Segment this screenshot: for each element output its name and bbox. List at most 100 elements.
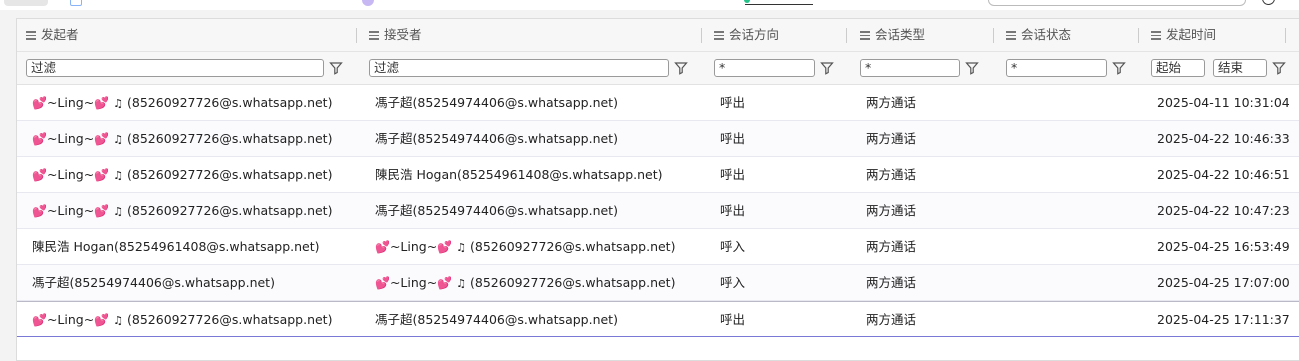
music-notes-icon: ♫ <box>113 97 124 110</box>
filter-icon[interactable] <box>1112 61 1126 75</box>
caller-cell: 💕~Ling~💕 ♫ (85260927726@s.whatsapp.net) <box>32 203 333 218</box>
column-header-callee[interactable]: 接受者 <box>369 19 422 51</box>
callee-cell: 馮子超(85254974406@s.whatsapp.net) <box>375 312 618 327</box>
table-row[interactable]: 💕~Ling~💕 ♫ (85260927726@s.whatsapp.net) … <box>17 157 1299 193</box>
music-notes-icon: ♫ <box>113 205 124 218</box>
column-resizer[interactable] <box>701 28 702 43</box>
two-hearts-icon: 💕 <box>32 168 47 182</box>
column-menu-icon[interactable] <box>1006 29 1016 42</box>
callee-cell: 💕~Ling~💕 ♫ (85260927726@s.whatsapp.net) <box>375 275 676 290</box>
direction-cell: 呼入 <box>720 239 746 254</box>
type-cell: 两方通话 <box>866 203 917 218</box>
two-hearts-icon: 💕 <box>94 204 110 218</box>
direction-cell: 呼出 <box>720 131 746 146</box>
two-hearts-icon: 💕 <box>32 96 47 110</box>
direction-cell: 呼出 <box>720 203 746 218</box>
status-filter-input[interactable]: * <box>1006 59 1107 77</box>
two-hearts-icon: 💕 <box>32 204 47 218</box>
caller-cell: 馮子超(85254974406@s.whatsapp.net) <box>32 275 275 290</box>
direction-cell: 呼出 <box>720 312 746 327</box>
type-filter-input[interactable]: * <box>860 59 960 77</box>
type-cell: 两方通话 <box>866 239 917 254</box>
document-icon[interactable] <box>70 0 82 6</box>
callee-cell: 💕~Ling~💕 ♫ (85260927726@s.whatsapp.net) <box>375 239 676 254</box>
search-input[interactable] <box>988 0 1246 6</box>
column-resizer[interactable] <box>846 28 847 43</box>
toolbar-link[interactable] <box>745 0 813 5</box>
music-notes-icon: ♫ <box>456 277 467 290</box>
two-hearts-icon: 💕 <box>375 276 390 290</box>
search-icon[interactable] <box>1262 0 1275 5</box>
time-cell: 2025-04-25 16:53:49 <box>1157 239 1290 254</box>
direction-filter-input[interactable]: * <box>714 59 815 77</box>
column-menu-icon[interactable] <box>369 29 379 42</box>
column-resizer[interactable] <box>993 28 994 43</box>
time-cell: 2025-04-22 10:46:51 <box>1157 167 1290 182</box>
caller-cell: 💕~Ling~💕 ♫ (85260927726@s.whatsapp.net) <box>32 312 333 327</box>
filter-icon[interactable] <box>965 61 979 75</box>
column-header-status[interactable]: 会话状态 <box>1006 19 1071 51</box>
caller-filter-input[interactable]: 过滤 <box>26 59 324 77</box>
direction-cell: 呼出 <box>720 167 746 182</box>
column-header-type[interactable]: 会话类型 <box>860 19 925 51</box>
two-hearts-icon: 💕 <box>94 132 110 146</box>
two-hearts-icon: 💕 <box>94 313 110 327</box>
two-hearts-icon: 💕 <box>437 276 453 290</box>
column-menu-icon[interactable] <box>714 29 724 42</box>
table-row[interactable]: 💕~Ling~💕 ♫ (85260927726@s.whatsapp.net) … <box>17 121 1299 157</box>
filter-icon[interactable] <box>329 61 343 75</box>
caller-cell: 💕~Ling~💕 ♫ (85260927726@s.whatsapp.net) <box>32 131 333 146</box>
callee-cell: 馮子超(85254974406@s.whatsapp.net) <box>375 203 618 218</box>
music-notes-icon: ♫ <box>113 169 124 182</box>
callee-cell: 馮子超(85254974406@s.whatsapp.net) <box>375 95 618 110</box>
music-notes-icon: ♫ <box>113 133 124 146</box>
caller-cell: 💕~Ling~💕 ♫ (85260927726@s.whatsapp.net) <box>32 167 333 182</box>
column-menu-icon[interactable] <box>26 29 36 42</box>
time-cell: 2025-04-22 10:46:33 <box>1157 131 1290 146</box>
two-hearts-icon: 💕 <box>437 240 453 254</box>
toolbar-button[interactable] <box>4 0 48 6</box>
toolbar-strip <box>0 0 1299 10</box>
time-cell: 2025-04-22 10:47:23 <box>1157 203 1290 218</box>
time-start-input[interactable]: 起始 <box>1151 59 1205 77</box>
table-row[interactable]: 陳民浩 Hogan(85254961408@s.whatsapp.net) 💕~… <box>17 229 1299 265</box>
music-notes-icon: ♫ <box>456 241 467 254</box>
table-row[interactable]: 💕~Ling~💕 ♫ (85260927726@s.whatsapp.net) … <box>17 85 1299 121</box>
caller-cell: 💕~Ling~💕 ♫ (85260927726@s.whatsapp.net) <box>32 95 333 110</box>
column-resizer[interactable] <box>1138 28 1139 43</box>
two-hearts-icon: 💕 <box>94 168 110 182</box>
caller-cell: 陳民浩 Hogan(85254961408@s.whatsapp.net) <box>32 239 320 254</box>
type-cell: 两方通话 <box>866 275 917 290</box>
type-cell: 两方通话 <box>866 167 917 182</box>
type-cell: 两方通话 <box>866 312 917 327</box>
callee-filter-input[interactable]: 过滤 <box>369 59 669 77</box>
column-resizer[interactable] <box>1285 28 1286 43</box>
type-cell: 两方通话 <box>866 95 917 110</box>
two-hearts-icon: 💕 <box>32 313 47 327</box>
two-hearts-icon: 💕 <box>32 132 47 146</box>
column-resizer[interactable] <box>356 28 357 43</box>
time-cell: 2025-04-25 17:07:00 <box>1157 275 1290 290</box>
status-dot-icon <box>362 0 374 6</box>
music-notes-icon: ♫ <box>113 314 124 327</box>
time-cell: 2025-04-11 10:31:04 <box>1157 95 1290 110</box>
filter-icon[interactable] <box>820 61 834 75</box>
time-end-input[interactable]: 结束 <box>1213 59 1267 77</box>
column-menu-icon[interactable] <box>860 29 870 42</box>
column-header-direction[interactable]: 会话方向 <box>714 19 779 51</box>
column-menu-icon[interactable] <box>1151 29 1161 42</box>
direction-cell: 呼出 <box>720 95 746 110</box>
callee-cell: 馮子超(85254974406@s.whatsapp.net) <box>375 131 618 146</box>
column-header-caller[interactable]: 发起者 <box>26 19 79 51</box>
column-header-time[interactable]: 发起时间 <box>1151 19 1216 51</box>
table-row[interactable]: 💕~Ling~💕 ♫ (85260927726@s.whatsapp.net) … <box>17 193 1299 229</box>
filter-icon[interactable] <box>674 61 688 75</box>
type-cell: 两方通话 <box>866 131 917 146</box>
table-row[interactable]: 馮子超(85254974406@s.whatsapp.net) 💕~Ling~💕… <box>17 265 1299 301</box>
call-records-grid: 发起者 接受者 会话方向 会话类型 会话状态 发起时间 过滤 过滤 * * * … <box>16 18 1299 361</box>
callee-cell: 陳民浩 Hogan(85254961408@s.whatsapp.net) <box>375 167 663 182</box>
filter-icon[interactable] <box>1272 61 1286 75</box>
filter-row: 过滤 过滤 * * * 起始 结束 <box>17 52 1299 85</box>
table-row-selected[interactable]: 💕~Ling~💕 ♫ (85260927726@s.whatsapp.net) … <box>17 301 1299 337</box>
time-cell: 2025-04-25 17:11:37 <box>1157 312 1290 327</box>
